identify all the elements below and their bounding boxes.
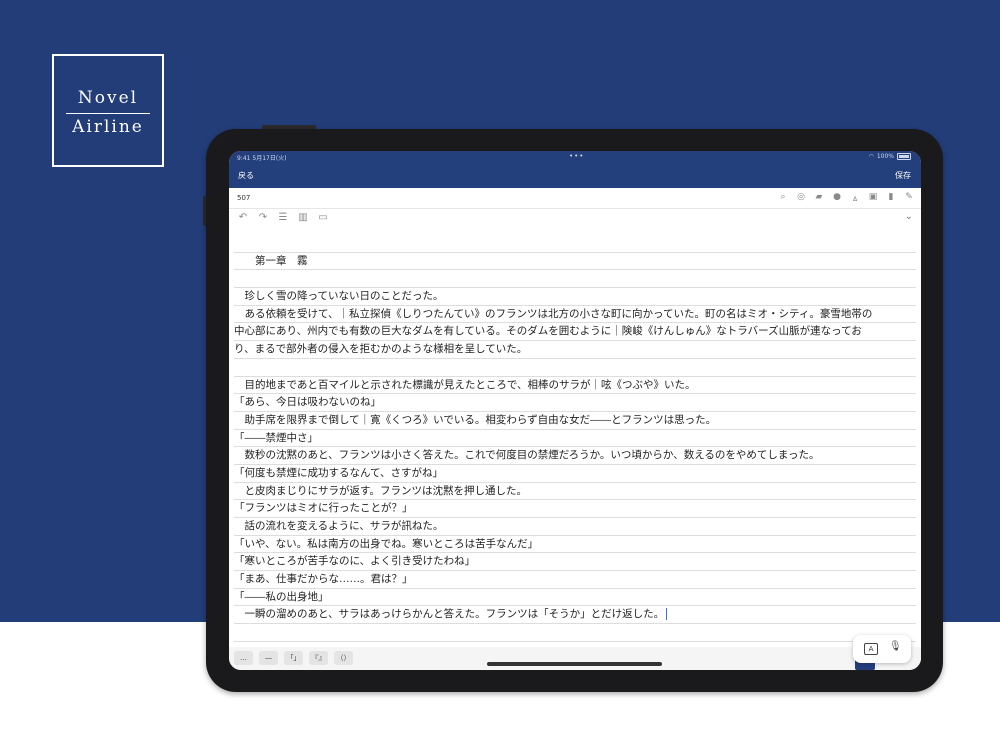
navigation-bar: 9:41 5月17日(火) ••• ◠ 100% 戻る 保存 <box>229 151 921 188</box>
open-book-icon[interactable]: ▭ <box>317 212 329 223</box>
ipad-screen: 9:41 5月17日(火) ••• ◠ 100% 戻る 保存 507 ⌕ ◎ ▰… <box>229 151 921 670</box>
battery-percent: 100% <box>876 153 894 160</box>
undo-icon[interactable]: ↶ <box>237 212 249 223</box>
manuscript-line[interactable]: り、まるで部外者の侵入を拒むかのような様相を呈していた。 <box>234 341 916 359</box>
book-icon[interactable]: ▥ <box>297 212 309 223</box>
search-icon[interactable]: ⌕ <box>777 192 789 205</box>
ruby-icon[interactable]: ㅿ <box>849 192 861 205</box>
status-clock: 9:41 <box>237 155 251 162</box>
manuscript-line[interactable] <box>234 359 916 377</box>
parentheses-key[interactable]: （） <box>334 651 353 665</box>
manuscript-line[interactable] <box>234 624 916 642</box>
text-caret <box>666 608 668 621</box>
redo-icon[interactable]: ↷ <box>257 212 269 223</box>
manuscript-line[interactable]: 第一章 霧 <box>234 253 916 271</box>
manuscript-line[interactable]: 「――私の出身地」 <box>234 589 916 607</box>
home-indicator[interactable] <box>487 662 662 666</box>
manuscript-line[interactable]: 「いや、ない。私は南方の出身でね。寒いところは苦手なんだ」 <box>234 536 916 554</box>
manuscript-line[interactable]: 目的地まであと百マイルと示された標識が見えたところで、相棒のサラが｜呟《つぶや》… <box>234 377 916 395</box>
toolbar2-icons: ↶ ↷ ☰ ▥ ▭ <box>237 212 329 223</box>
manuscript-editor[interactable]: 第一章 霧 珍しく雪の降っていない日のことだった。 ある依頼を受けて、｜私立探偵… <box>234 235 916 642</box>
manuscript-line[interactable]: 「フランツはミオに行ったことが？」 <box>234 500 916 518</box>
wifi-icon: ◠ <box>868 153 874 160</box>
manuscript-line[interactable]: 話の流れを変えるように、サラが訊ねた。 <box>234 518 916 536</box>
manuscript-line[interactable]: 助手席を限界まで倒して｜寛《くつろ》いでいる。相変わらず自由な女だ――とフランツ… <box>234 412 916 430</box>
kagikakko-key[interactable]: 「」 <box>284 651 303 665</box>
manuscript-line[interactable] <box>234 235 916 253</box>
status-indicators: ◠ 100% <box>869 153 911 160</box>
manuscript-line[interactable]: 「まあ、仕事だからな……。君は？」 <box>234 571 916 589</box>
logo-divider <box>66 113 150 114</box>
manuscript-line[interactable] <box>234 270 916 289</box>
manuscript-line[interactable]: 一瞬の溜めのあと、サラはあっけらかんと答えた。フランツは「そうか」とだけ返した。 <box>234 606 916 625</box>
pencil-icon[interactable]: ✎ <box>903 192 915 205</box>
microphone-icon[interactable]: 🎙 <box>889 641 902 652</box>
manuscript-line[interactable]: 数秒の沈黙のあと、フランツは小さく答えた。これで何度目の禁煙だろうか。いつ頃から… <box>234 447 916 465</box>
manuscript-line[interactable]: 「――禁煙中さ」 <box>234 430 916 448</box>
save-button[interactable]: 保存 <box>895 170 911 181</box>
keyboard-icon[interactable]: A <box>864 643 878 655</box>
image-icon[interactable]: ▣ <box>867 192 879 205</box>
trash-icon[interactable]: ▮ <box>885 192 897 205</box>
editor-toolbar-secondary: ↶ ↷ ☰ ▥ ▭ ⌄ <box>229 209 921 227</box>
chevron-down-icon[interactable]: ⌄ <box>905 211 913 222</box>
nijukagikakko-key[interactable]: 『』 <box>309 651 328 665</box>
logo-line-2: Airline <box>72 117 144 137</box>
person-icon[interactable]: ● <box>831 192 843 205</box>
manuscript-line[interactable]: 「何度も禁煙に成功するなんて、さすがね」 <box>234 465 916 483</box>
character-count: 507 <box>237 194 251 202</box>
manuscript-line[interactable]: 中心部にあり、州内でも有数の巨大なダムを有している。そのダムを囲むように｜険峻《… <box>234 323 916 342</box>
manuscript-line[interactable]: 珍しく雪の降っていない日のことだった。 <box>234 288 916 306</box>
clapper-icon[interactable]: ▰ <box>813 192 825 205</box>
ellipsis-key[interactable]: … <box>234 651 253 665</box>
status-date: 5月17日(火) <box>252 155 287 162</box>
keyboard-accessory-bar: … ― 「」 『』 （） <box>229 647 921 670</box>
globe-icon[interactable]: ◎ <box>795 192 807 205</box>
dictation-popover: A 🎙 <box>853 635 911 663</box>
dash-key[interactable]: ― <box>259 651 278 665</box>
multitasking-dots[interactable]: ••• <box>569 152 584 160</box>
manuscript-line[interactable]: ある依頼を受けて、｜私立探偵《しりつたんてい》のフランツは北方の小さな町に向かっ… <box>234 306 916 324</box>
logo-line-1: Novel <box>77 88 139 108</box>
novel-airline-logo: Novel Airline <box>52 54 164 167</box>
manuscript-line[interactable]: 「あら、今日は吸わないのね」 <box>234 394 916 412</box>
editor-toolbar: 507 ⌕ ◎ ▰ ● ㅿ ▣ ▮ ✎ <box>229 188 921 209</box>
manuscript-line[interactable]: 「寒いところが苦手なのに、よく引き受けたわね」 <box>234 553 916 572</box>
manuscript-line[interactable]: と皮肉まじりにサラが返す。フランツは沈黙を押し通した。 <box>234 483 916 501</box>
back-button[interactable]: 戻る <box>238 170 254 181</box>
list-icon[interactable]: ☰ <box>277 212 289 223</box>
battery-icon <box>897 153 911 160</box>
toolbar-icons: ⌕ ◎ ▰ ● ㅿ ▣ ▮ ✎ <box>777 192 915 205</box>
status-time: 9:41 5月17日(火) <box>237 153 287 162</box>
